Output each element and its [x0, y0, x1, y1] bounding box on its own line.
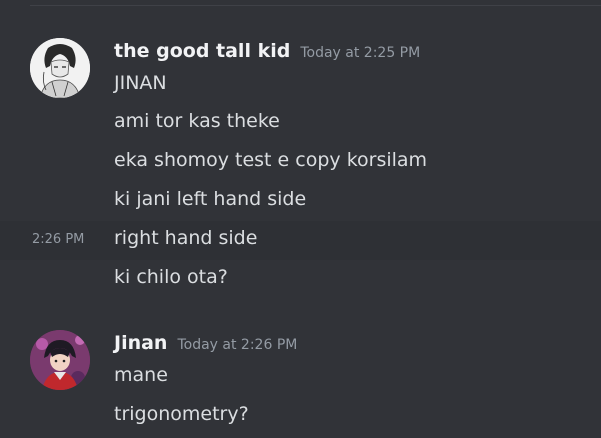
message-text: ki jani left hand side: [114, 188, 307, 210]
message-text: eka shomoy test e copy korsilam: [114, 149, 428, 171]
message-text: JINAN: [114, 72, 167, 94]
message-line[interactable]: ki chilo ota?: [0, 260, 601, 299]
message-line[interactable]: ami tor kas theke: [0, 104, 601, 143]
message-header: the good tall kid Today at 2:25 PM: [114, 40, 420, 66]
message-divider: [30, 5, 601, 6]
username[interactable]: Jinan: [114, 332, 167, 354]
message-text: ami tor kas theke: [114, 110, 280, 132]
message-header: Jinan Today at 2:26 PM: [114, 332, 297, 358]
message-line[interactable]: trigonometry?: [0, 397, 601, 436]
message-text: ki chilo ota?: [114, 266, 228, 288]
hover-timestamp[interactable]: 2:26 PM: [32, 232, 84, 247]
message-line[interactable]: ki jani left hand side: [0, 182, 601, 221]
message-text: right hand side: [114, 227, 258, 249]
message-line-hovered[interactable]: 2:26 PM right hand side: [0, 221, 601, 260]
message-line[interactable]: eka shomoy test e copy korsilam: [0, 143, 601, 182]
username[interactable]: the good tall kid: [114, 40, 290, 62]
message-line[interactable]: mane: [0, 358, 601, 397]
message-timestamp[interactable]: Today at 2:25 PM: [300, 45, 420, 61]
message-timestamp[interactable]: Today at 2:26 PM: [177, 337, 297, 353]
message-line[interactable]: JINAN: [0, 66, 601, 105]
message-text: trigonometry?: [114, 403, 249, 425]
message-text: mane: [114, 364, 168, 386]
